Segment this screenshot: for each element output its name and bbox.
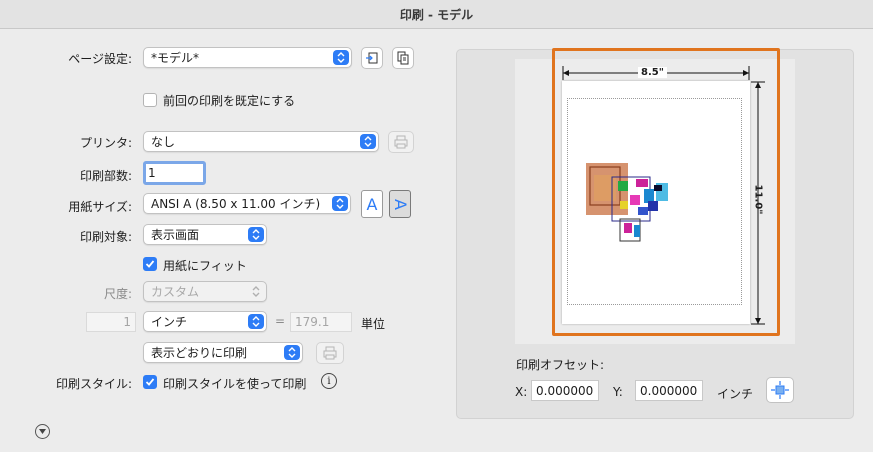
- scale-units-value: インチ: [151, 315, 188, 329]
- printer-popup[interactable]: なし: [143, 131, 379, 152]
- save-default-checkbox[interactable]: [143, 93, 157, 107]
- page-setup-manager-button[interactable]: [392, 47, 414, 69]
- plot-style-label: 印刷スタイル:: [55, 377, 132, 391]
- printer-value: なし: [151, 135, 176, 149]
- page-setup-popup[interactable]: *モデル*: [143, 47, 352, 68]
- scale-unit-label: 単位: [361, 317, 386, 331]
- printer-properties-button[interactable]: [388, 131, 414, 153]
- popup-stepper-icon: [333, 50, 349, 65]
- plot-style-checkbox-label: 印刷スタイルを使って印刷: [163, 377, 307, 391]
- scale-value: カスタム: [151, 285, 200, 299]
- scale-equals: =: [275, 314, 286, 328]
- shade-plot-value: 表示どおりに印刷: [151, 346, 248, 360]
- plot-area-value: 表示画面: [151, 228, 200, 242]
- checkmark-icon: [145, 378, 155, 386]
- window-title: 印刷 - モデル: [0, 0, 873, 29]
- checkmark-icon: [145, 260, 155, 268]
- fit-to-paper-label: 用紙にフィット: [163, 259, 247, 273]
- offset-y-field[interactable]: 0.000000: [635, 380, 703, 401]
- copies-label: 印刷部数:: [79, 169, 132, 183]
- popup-stepper-icon: [248, 284, 264, 299]
- shade-plot-settings-button[interactable]: [316, 342, 344, 364]
- shade-plot-popup[interactable]: 表示どおりに印刷: [143, 342, 303, 363]
- scale-inches-field[interactable]: 1: [86, 312, 136, 332]
- plot-style-info-icon[interactable]: i: [321, 373, 337, 389]
- save-default-label: 前回の印刷を既定にする: [163, 94, 296, 108]
- popup-stepper-icon: [248, 227, 264, 242]
- center-plot-button[interactable]: [766, 377, 794, 403]
- page-setup-label: ページ設定:: [68, 52, 132, 66]
- offset-units-label: インチ: [717, 387, 754, 401]
- page-setup-value: *モデル*: [151, 51, 200, 65]
- offset-x-label: X:: [515, 385, 528, 399]
- plot-style-checkbox[interactable]: [143, 375, 157, 389]
- plot-area-label: 印刷対象:: [79, 230, 132, 244]
- page-setup-manager-icon: [397, 51, 409, 65]
- preview-highlight: [552, 48, 780, 336]
- scale-popup[interactable]: カスタム: [143, 281, 267, 302]
- popup-stepper-icon: [332, 196, 348, 211]
- fit-to-paper-checkbox[interactable]: [143, 257, 157, 271]
- landscape-orientation-button[interactable]: A: [389, 190, 411, 218]
- scale-label: 尺度:: [103, 287, 132, 301]
- popup-stepper-icon: [284, 345, 300, 360]
- landscape-orientation-icon: A: [390, 198, 410, 210]
- printer-label: プリンタ:: [79, 136, 132, 150]
- scale-units-popup[interactable]: インチ: [143, 311, 267, 332]
- popup-stepper-icon: [248, 314, 264, 329]
- paper-size-value: ANSI A (8.50 x 11.00 インチ): [151, 197, 321, 211]
- printer-icon: [323, 346, 337, 360]
- import-page-setup-icon: [366, 52, 378, 64]
- portrait-orientation-icon: A: [366, 194, 378, 214]
- offset-x-field[interactable]: 0.000000: [531, 380, 599, 401]
- portrait-orientation-button[interactable]: A: [361, 190, 383, 218]
- paper-size-popup[interactable]: ANSI A (8.50 x 11.00 インチ): [143, 193, 351, 214]
- scale-units-field[interactable]: 179.1: [290, 312, 352, 332]
- copies-field[interactable]: 1: [143, 161, 206, 185]
- offset-y-label: Y:: [613, 385, 623, 399]
- center-plot-icon: [771, 381, 789, 399]
- import-page-setup-button[interactable]: [361, 47, 383, 69]
- expand-options-button[interactable]: [35, 424, 50, 439]
- popup-stepper-icon: [360, 134, 376, 149]
- paper-size-label: 用紙サイズ:: [68, 200, 132, 214]
- plot-area-popup[interactable]: 表示画面: [143, 224, 267, 245]
- chevron-down-icon: [39, 429, 46, 434]
- printer-properties-icon: [394, 135, 408, 149]
- plot-offset-label: 印刷オフセット:: [516, 358, 605, 372]
